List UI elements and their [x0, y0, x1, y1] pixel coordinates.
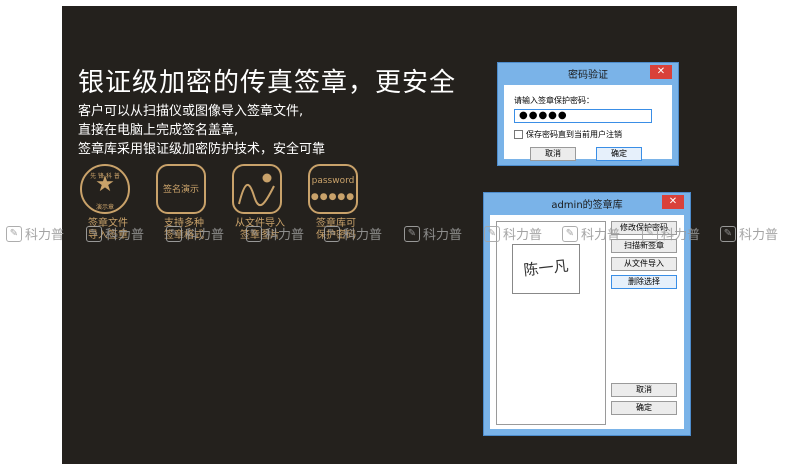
password-dialog: 密码验证 ✕ 请输入签章保护密码： ●●●●● 保存密码直到当前用户注销 取消 …	[497, 62, 679, 166]
change-password-button[interactable]: 修改保护密码	[611, 221, 677, 235]
library-dialog-title: admin的签章库	[551, 200, 623, 211]
feature-caption-line: 从文件导入	[235, 218, 285, 229]
feature-caption: 支持多种 签章格式	[154, 218, 214, 242]
feature-caption: 签章文件 导入签章	[78, 218, 138, 242]
feature-signature: 签名演示 支持多种 签章格式	[154, 164, 214, 242]
watermark-text: 科力普	[25, 228, 65, 243]
password-dialog-body: 请输入签章保护密码： ●●●●● 保存密码直到当前用户注销 取消 确定	[504, 85, 672, 161]
library-dialog-body: 陈一凡 修改保护密码 扫描新签章 从文件导入 删除选择 取消 确定	[490, 215, 684, 429]
feature-caption: 签章库可 保护密码	[306, 218, 366, 242]
signature-box-icon: 签名演示	[156, 164, 206, 214]
feature-caption-line: 签章文件	[88, 218, 128, 229]
signature-library-dialog: admin的签章库 ✕ 陈一凡 修改保护密码 扫描新签章 从文件导入 删除选择 …	[483, 192, 691, 436]
feature-caption-line: 签章库可	[316, 218, 356, 229]
signature-name: 陈一凡	[522, 256, 570, 280]
image-wave-icon	[238, 173, 275, 207]
description-line: 客户可以从扫描仪或图像导入签章文件,	[78, 104, 304, 119]
remember-password-checkbox[interactable]	[514, 130, 523, 139]
close-icon[interactable]: ✕	[650, 65, 672, 79]
feature-caption-line: 保护密码	[316, 230, 356, 241]
feature-password: password ●●●●● 签章库可 保护密码	[306, 164, 366, 242]
feature-caption-line: 签章图片	[240, 230, 280, 241]
signature-thumbnail[interactable]: 陈一凡	[512, 244, 580, 294]
close-icon[interactable]: ✕	[662, 195, 684, 209]
password-icon-dots: ●●●●●	[310, 192, 356, 202]
headline: 银证级加密的传真签章，更安全	[78, 68, 457, 98]
feature-caption: 从文件导入 签章图片	[230, 218, 290, 242]
ok-button[interactable]: 确定	[611, 401, 677, 415]
cancel-button[interactable]: 取消	[611, 383, 677, 397]
feature-caption-line: 签章格式	[164, 230, 204, 241]
password-dialog-titlebar: 密码验证 ✕	[498, 63, 678, 85]
seal-stamp-bottom-text: 演示章	[95, 204, 114, 211]
ok-button[interactable]: 确定	[596, 147, 642, 161]
promo-panel: 银证级加密的传真签章，更安全 客户可以从扫描仪或图像导入签章文件, 直接在电脑上…	[62, 6, 737, 464]
image-import-icon	[232, 164, 282, 214]
star-icon: ★	[95, 172, 115, 197]
description-line: 直接在电脑上完成签名盖章,	[78, 123, 239, 138]
signature-box-text: 签名演示	[162, 185, 199, 195]
signature-list[interactable]: 陈一凡	[496, 221, 606, 425]
description: 客户可以从扫描仪或图像导入签章文件, 直接在电脑上完成签名盖章, 签章库采用银证…	[78, 102, 325, 159]
feature-image-import: 从文件导入 签章图片	[230, 164, 290, 242]
cancel-button[interactable]: 取消	[530, 147, 576, 161]
password-input[interactable]: ●●●●●	[514, 109, 652, 123]
password-icon-text: password	[311, 176, 355, 186]
import-file-button[interactable]: 从文件导入	[611, 257, 677, 271]
library-dialog-titlebar: admin的签章库 ✕	[484, 193, 690, 215]
watermark-text: 科力普	[739, 228, 779, 243]
feature-caption-line: 导入签章	[88, 230, 128, 241]
password-label: 请输入签章保护密码：	[514, 96, 594, 105]
seal-stamp-icon: 先 锋 科 普 ★ 演示章	[80, 164, 130, 214]
password-icon: password ●●●●●	[308, 164, 358, 214]
description-line: 签章库采用银证级加密防护技术，安全可靠	[78, 142, 326, 157]
delete-selected-button[interactable]: 删除选择	[611, 275, 677, 289]
watermark-logo-icon: ✎	[6, 225, 22, 242]
scan-new-button[interactable]: 扫描新签章	[611, 239, 677, 253]
feature-caption-line: 支持多种	[164, 218, 204, 229]
watermark: ✎ 科力普	[6, 224, 64, 243]
remember-password-label: 保存密码直到当前用户注销	[526, 130, 622, 139]
feature-seal: 先 锋 科 普 ★ 演示章 签章文件 导入签章	[78, 164, 138, 242]
